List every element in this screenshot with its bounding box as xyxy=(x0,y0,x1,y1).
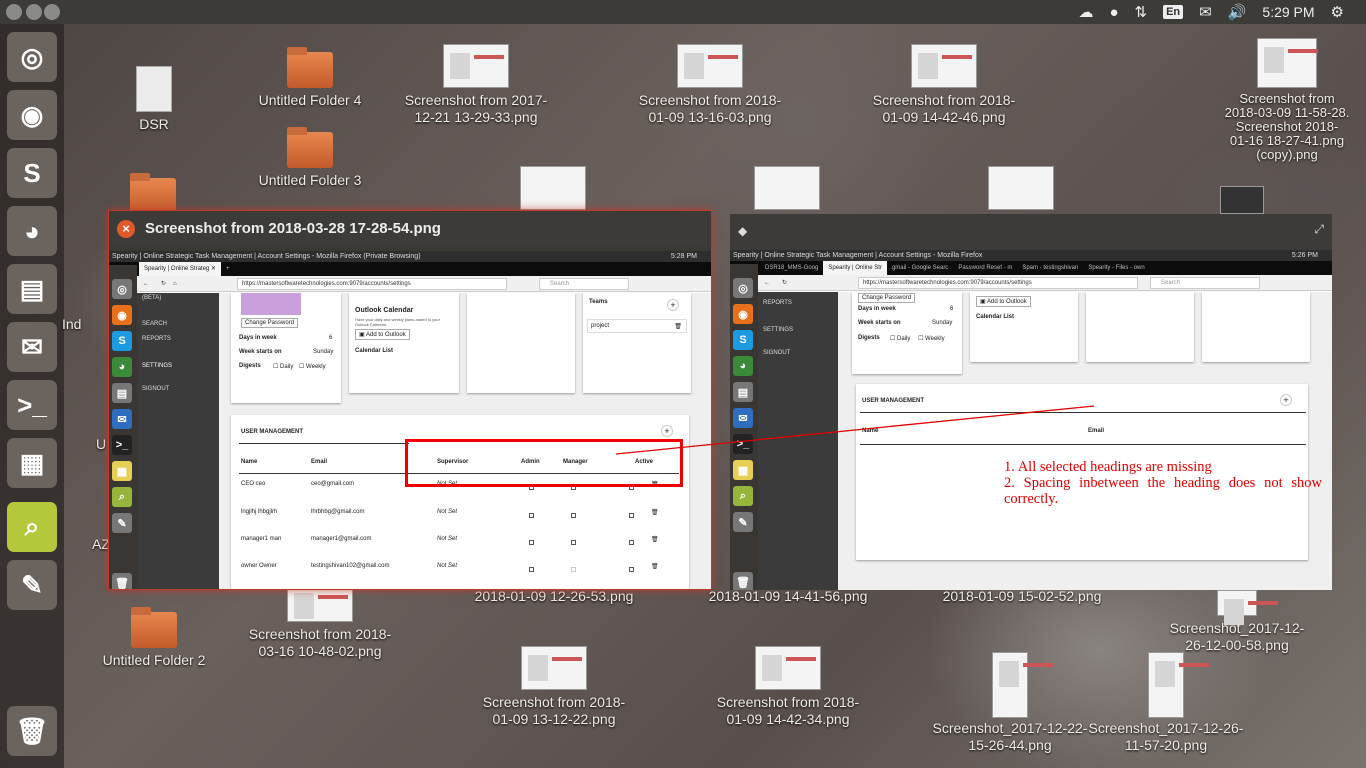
annotation-arrow xyxy=(615,405,1095,455)
annotation-line-2: 2. Spacing inbetween the heading does no… xyxy=(1004,475,1322,507)
annotation-line-1: 1. All selected headings are missing xyxy=(1004,459,1212,475)
annotation-overlay xyxy=(615,405,1095,455)
annotation-text: 1. All selected headings are missing 2. … xyxy=(1004,459,1322,507)
